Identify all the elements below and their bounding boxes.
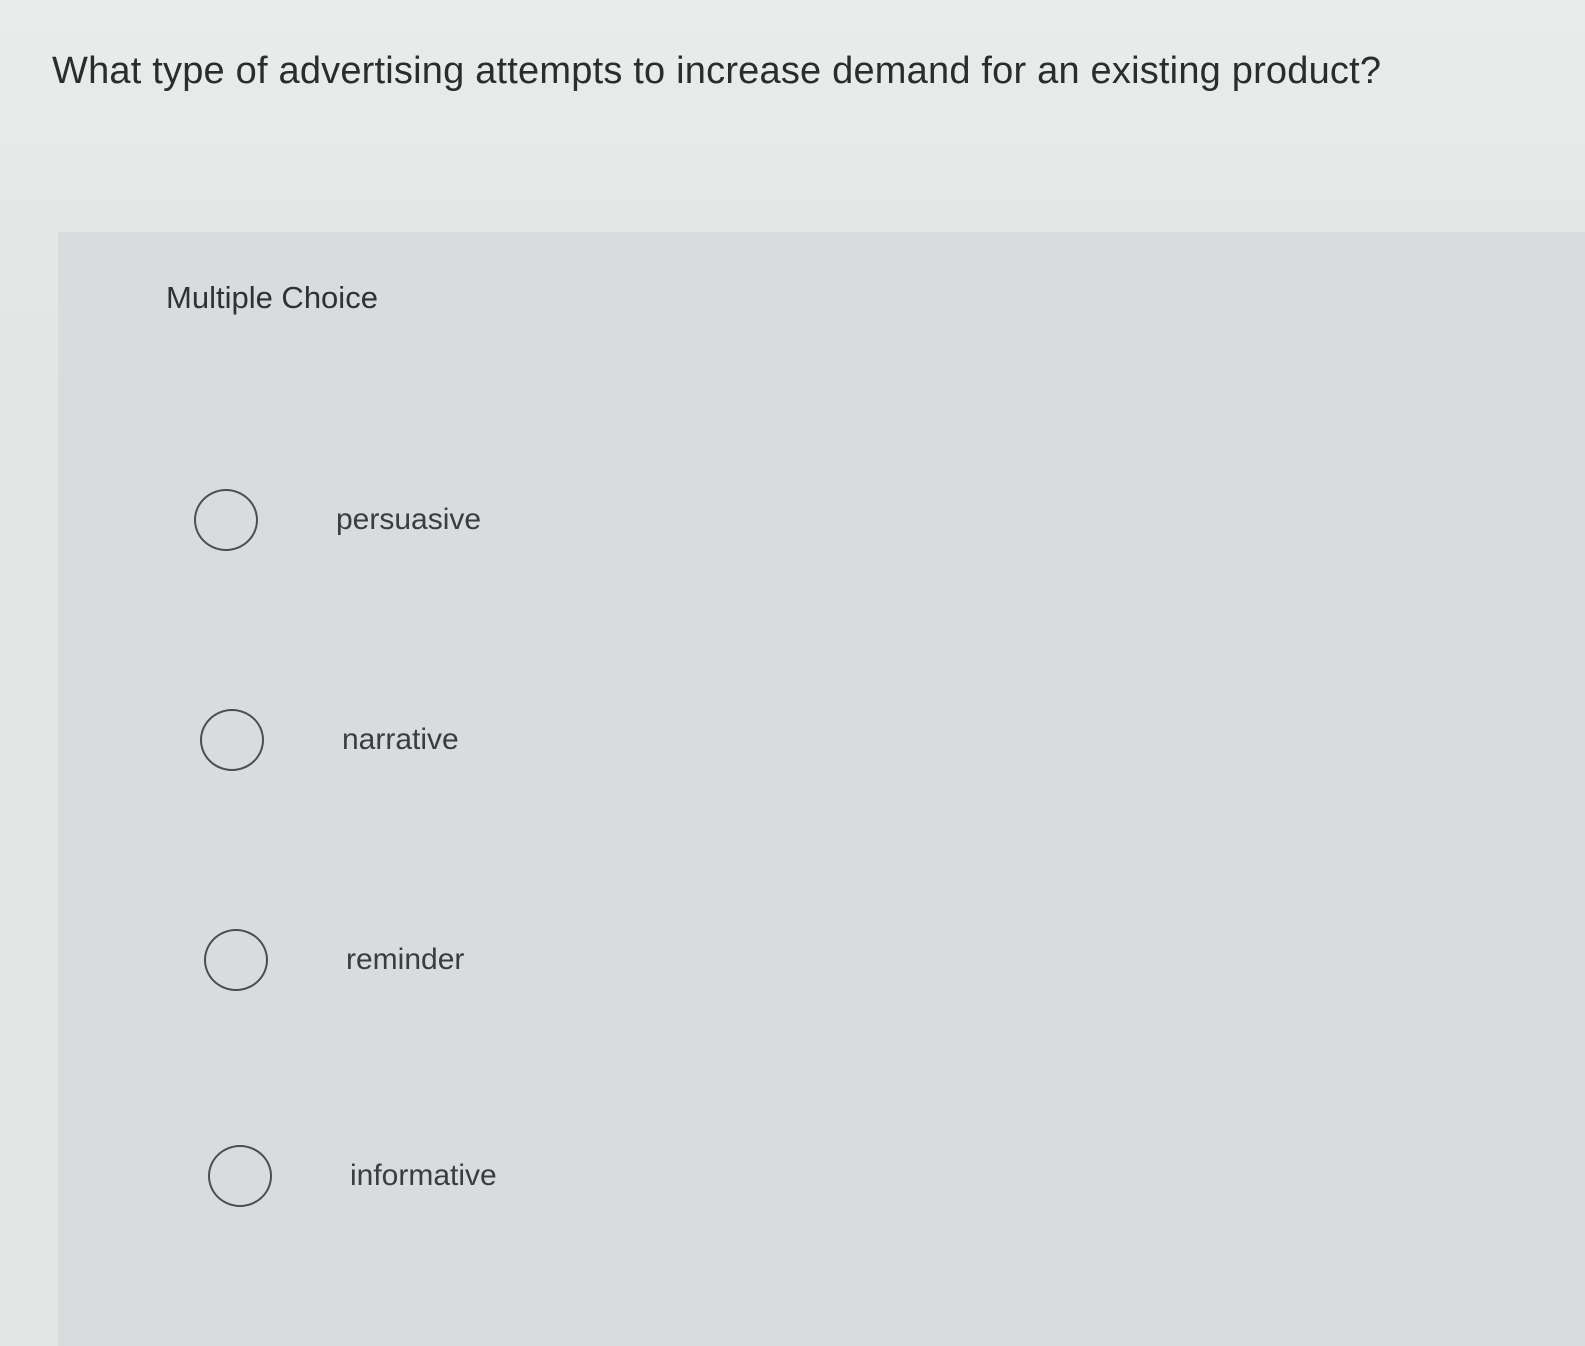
option-label[interactable]: informative — [350, 1159, 497, 1193]
option-persuasive[interactable]: persuasive — [194, 480, 894, 560]
answer-panel: Multiple Choice persuasive narrative rem… — [58, 232, 1585, 1346]
radio-button[interactable] — [208, 1145, 272, 1207]
question-text: What type of advertising attempts to inc… — [52, 50, 1382, 92]
radio-button[interactable] — [194, 489, 258, 551]
option-informative[interactable]: informative — [208, 1136, 908, 1216]
question-type-label: Multiple Choice — [166, 280, 378, 315]
option-label[interactable]: persuasive — [336, 503, 481, 537]
radio-button[interactable] — [200, 709, 264, 771]
option-label[interactable]: reminder — [346, 943, 464, 977]
option-label[interactable]: narrative — [342, 723, 459, 757]
option-reminder[interactable]: reminder — [204, 920, 904, 1000]
screen: What type of advertising attempts to inc… — [0, 0, 1585, 1346]
option-narrative[interactable]: narrative — [200, 700, 900, 780]
radio-button[interactable] — [204, 929, 268, 991]
